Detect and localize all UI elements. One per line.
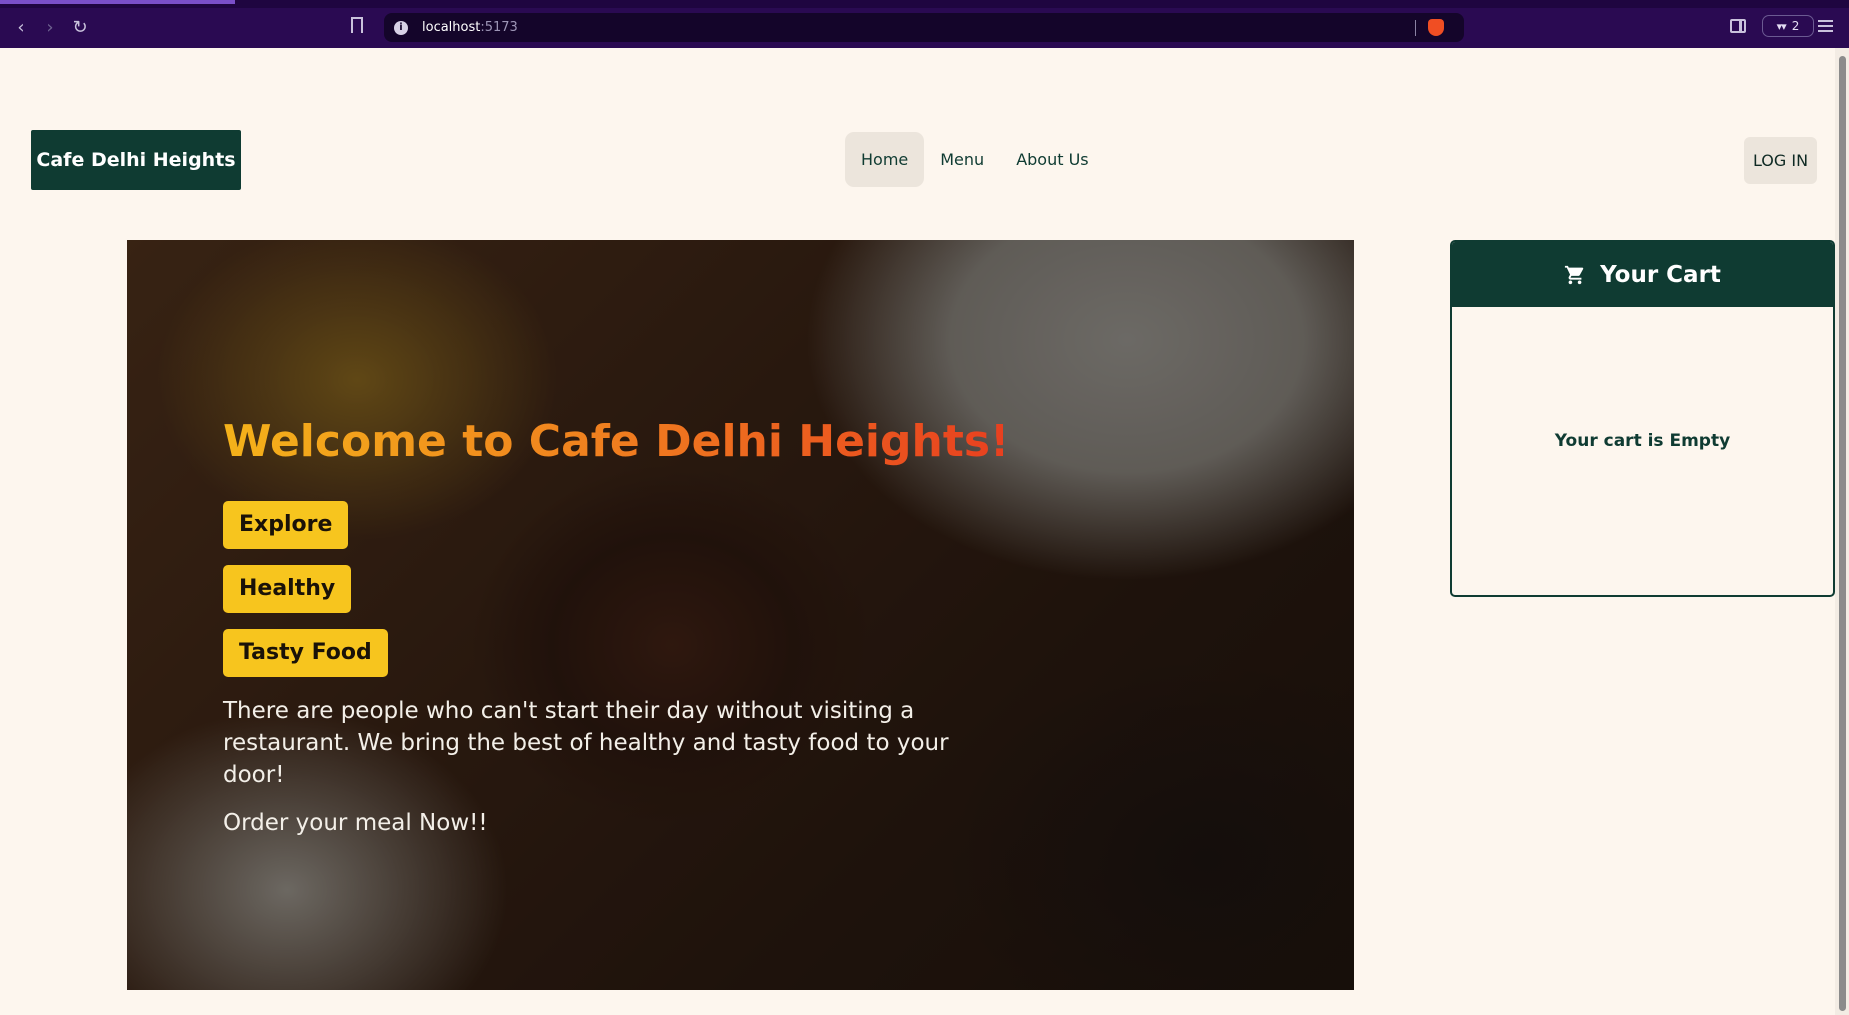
sidebar-icon[interactable] [1730, 19, 1746, 33]
back-icon[interactable]: ‹ [9, 16, 33, 40]
menu-icon[interactable] [1818, 20, 1833, 32]
hero-description: There are people who can't start their d… [223, 698, 949, 788]
url-host: localhost [422, 20, 481, 35]
brave-shield-icon[interactable] [1428, 19, 1444, 36]
reload-icon[interactable]: ↻ [68, 16, 92, 40]
url-text[interactable]: localhost:5173 [422, 20, 518, 35]
forward-icon[interactable]: › [38, 16, 62, 40]
login-button[interactable]: LOG IN [1744, 137, 1817, 184]
hero-banner: Welcome to Cafe Delhi Heights!! Explore … [127, 240, 1354, 990]
cart-title: Your Cart [1600, 261, 1721, 288]
cart-panel: Your Cart Your cart is Empty [1450, 240, 1835, 597]
address-bar[interactable]: i localhost:5173 [384, 13, 1464, 42]
main-nav: Home Menu About Us [845, 132, 1105, 187]
url-divider [1415, 20, 1416, 36]
tag-healthy[interactable]: Healthy [223, 565, 352, 613]
tag-explore[interactable]: Explore [223, 501, 349, 549]
nav-about-us[interactable]: About Us [1000, 132, 1104, 187]
wallet-icon: ▾▾ [1776, 19, 1787, 33]
wallet-button[interactable]: ▾▾ 2 [1762, 15, 1814, 37]
bookmark-icon[interactable] [351, 17, 363, 38]
hero-title: Welcome to Cafe Delhi Heights!! [223, 412, 1030, 472]
hero-content: Welcome to Cafe Delhi Heights!! Explore … [223, 412, 1030, 839]
scrollbar-thumb[interactable] [1839, 56, 1846, 1011]
url-port: :5173 [480, 20, 518, 35]
nav-home[interactable]: Home [845, 132, 925, 187]
tag-row-tasty-food: Tasty Food [223, 610, 1003, 677]
tag-tasty-food[interactable]: Tasty Food [223, 629, 388, 677]
site-logo[interactable]: Cafe Delhi Heights [31, 130, 241, 190]
wallet-count: 2 [1791, 19, 1800, 33]
info-icon[interactable]: i [394, 20, 408, 35]
cart-header: Your Cart [1452, 242, 1833, 307]
cart-empty-message: Your cart is Empty [1554, 431, 1731, 451]
cart-icon [1564, 264, 1586, 286]
cart-body: Your cart is Empty [1452, 307, 1833, 595]
tag-row-healthy: Healthy [223, 546, 1003, 613]
browser-toolbar: ‹ › ↻ i localhost:5173 ▾▾ 2 [0, 0, 1849, 48]
nav-menu[interactable]: Menu [924, 132, 1000, 187]
active-tab-indicator [0, 0, 235, 4]
tag-row-explore: Explore [223, 482, 1003, 549]
hero-cta-text: Order your meal Now!! [223, 810, 488, 836]
page-scrollbar[interactable] [1835, 48, 1849, 1015]
